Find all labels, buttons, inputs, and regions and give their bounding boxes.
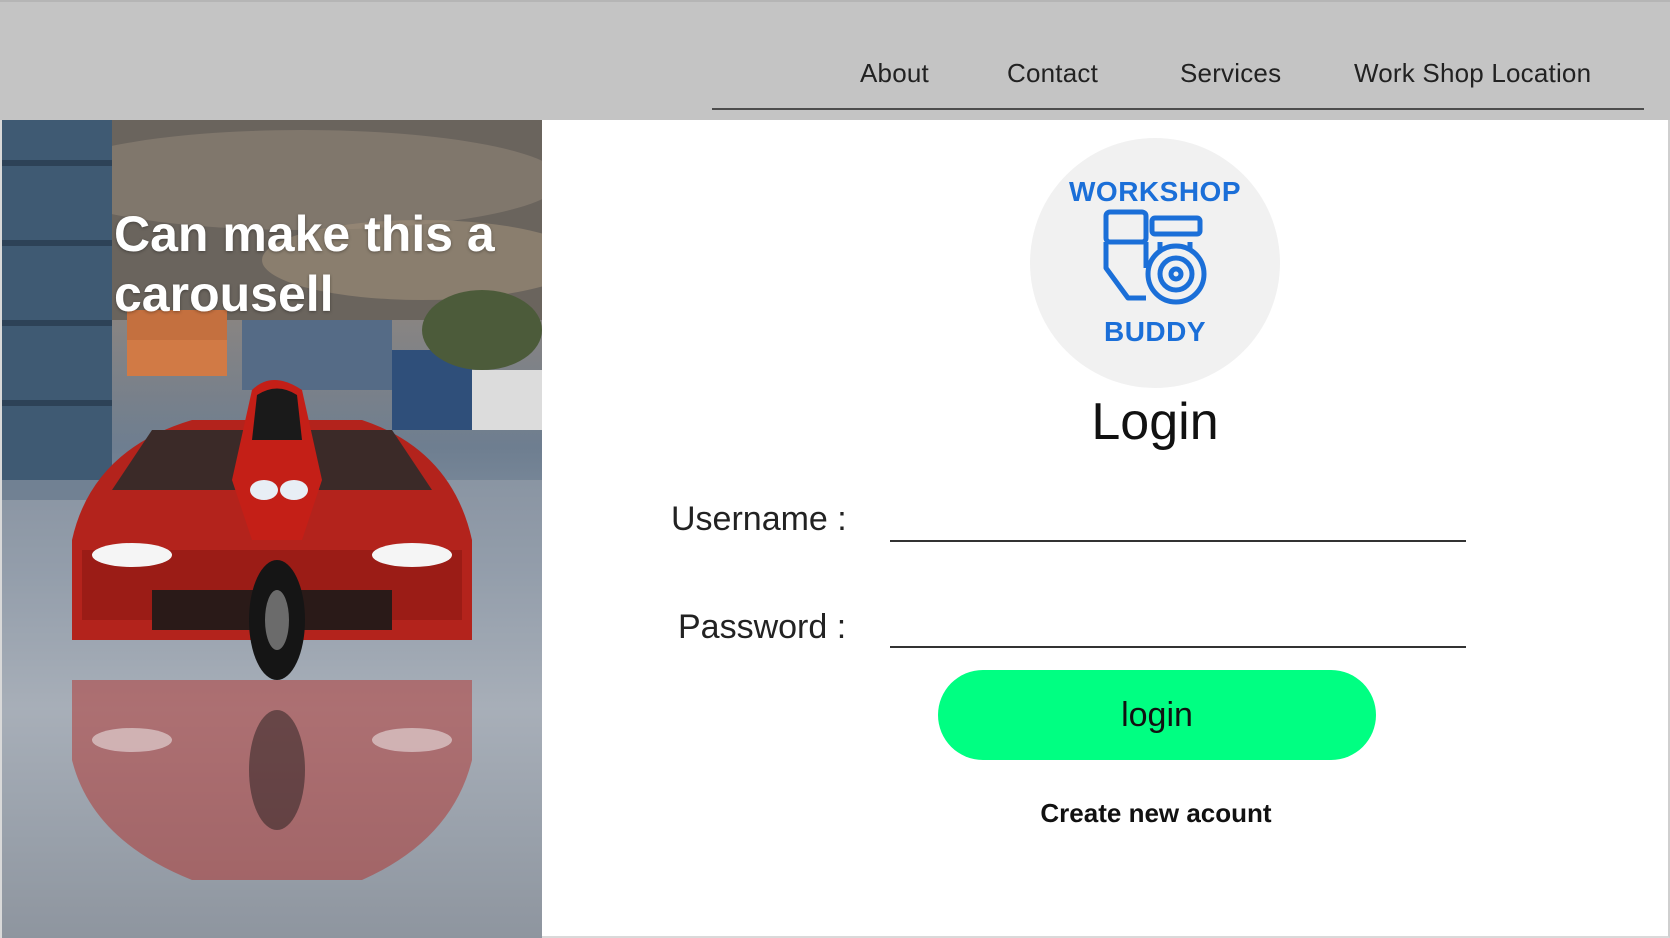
workshop-buddy-logo: WORKSHOP BUDDY bbox=[1030, 138, 1280, 388]
username-input[interactable] bbox=[890, 500, 1466, 542]
logo-text-workshop: WORKSHOP bbox=[1069, 176, 1241, 207]
password-label: Password : bbox=[678, 608, 847, 646]
username-label: Username : bbox=[671, 500, 847, 538]
create-account-link[interactable]: Create new acount bbox=[1000, 798, 1312, 829]
top-navigation-bar: About Contact Services Work Shop Locatio… bbox=[0, 0, 1670, 120]
login-title: Login bbox=[1091, 393, 1219, 451]
engine-turbo-icon bbox=[1103, 209, 1207, 305]
main-nav: About Contact Services Work Shop Locatio… bbox=[712, 40, 1644, 110]
nav-link-services[interactable]: Services bbox=[1180, 58, 1281, 89]
logo-text-buddy: BUDDY bbox=[1103, 316, 1207, 347]
hero-caption: Can make this a carousell bbox=[114, 206, 495, 322]
password-input[interactable] bbox=[890, 606, 1466, 648]
nav-link-workshop-location[interactable]: Work Shop Location bbox=[1354, 58, 1591, 89]
nav-link-about[interactable]: About bbox=[860, 58, 929, 89]
login-button[interactable]: login bbox=[938, 670, 1376, 760]
hero-image-panel: Can make this a carousell bbox=[2, 120, 542, 938]
nav-link-contact[interactable]: Contact bbox=[1007, 58, 1098, 89]
